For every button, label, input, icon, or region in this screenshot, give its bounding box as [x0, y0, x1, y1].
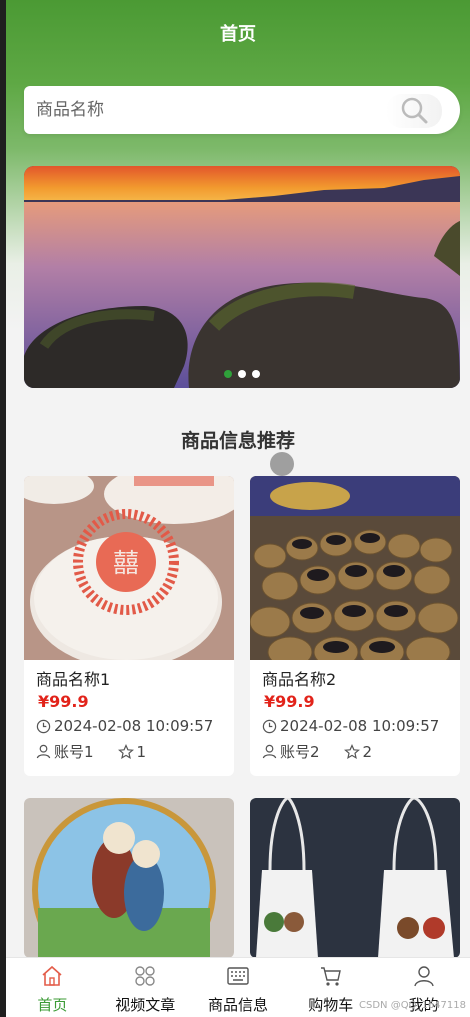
carousel-dot[interactable] — [224, 370, 232, 378]
watermark: CSDN @QQ_1647118 — [359, 1000, 466, 1011]
cart-icon — [320, 967, 341, 986]
tab-label: 商品信息 — [207, 996, 268, 1014]
carousel-dots[interactable] — [24, 370, 460, 378]
page-title: 首页 — [220, 24, 256, 45]
search-bar[interactable] — [24, 86, 460, 134]
product-image — [24, 798, 234, 958]
product-name: 商品名称1 — [36, 670, 111, 689]
bottom-tab-bar: 首页 视频文章 商品信息 购物车 我的 CSDN @QQ_1647118 — [6, 957, 470, 1017]
product-card[interactable]: 囍 商品名称1 ¥99.9 2024-02-08 10:09:57 账号1 1 — [24, 476, 234, 776]
product-time-text: 2024-02-08 10:09:57 — [280, 717, 440, 735]
product-time: 2024-02-08 10:09:57 — [36, 717, 213, 735]
banner-carousel[interactable] — [24, 166, 460, 388]
product-price: ¥99.9 — [264, 692, 315, 711]
product-favorites-count: 1 — [136, 742, 147, 761]
product-account: 账号1 — [54, 743, 94, 761]
search-icon — [401, 97, 428, 124]
home-icon — [42, 965, 62, 986]
product-time-text: 2024-02-08 10:09:57 — [54, 717, 214, 735]
star-icon — [343, 743, 360, 759]
product-card[interactable] — [24, 798, 234, 958]
carousel-dot[interactable] — [238, 370, 246, 378]
star-icon — [117, 743, 134, 759]
product-favorites-count: 2 — [362, 742, 373, 761]
user-icon — [262, 744, 277, 759]
product-favorites: 1 — [117, 742, 147, 761]
tab-product-info[interactable]: 商品信息 — [192, 958, 285, 1017]
product-image — [250, 476, 460, 660]
product-account: 账号2 — [280, 743, 320, 761]
tab-video-articles[interactable]: 视频文章 — [99, 958, 192, 1017]
product-meta: 账号1 1 — [36, 741, 146, 762]
product-image: 囍 — [24, 476, 234, 660]
product-price: ¥99.9 — [38, 692, 89, 711]
product-image — [250, 798, 460, 958]
product-meta: 账号2 2 — [262, 741, 372, 762]
product-name: 商品名称2 — [262, 670, 337, 689]
svg-text:囍: 囍 — [113, 549, 139, 579]
touch-indicator — [270, 452, 294, 476]
keyboard-icon — [227, 967, 249, 985]
tab-label: 视频文章 — [115, 996, 176, 1014]
tab-home[interactable]: 首页 — [6, 958, 99, 1017]
search-input[interactable] — [36, 98, 376, 122]
product-favorites: 2 — [343, 742, 373, 761]
product-card[interactable] — [250, 798, 460, 958]
banner-image — [24, 166, 460, 388]
clock-icon — [262, 719, 277, 733]
app-screen: 首页 商品名称 商品信息推荐 囍 商品名称1 ¥99.9 2024-02-08 … — [6, 0, 470, 1017]
product-time: 2024-02-08 10:09:57 — [262, 717, 439, 735]
carousel-dot[interactable] — [252, 370, 260, 378]
user-icon — [413, 966, 434, 987]
user-icon — [36, 744, 51, 759]
grid-icon — [135, 966, 155, 986]
product-card[interactable]: 商品名称2 ¥99.9 2024-02-08 10:09:57 账号2 2 — [250, 476, 460, 776]
tab-label: 首页 — [37, 996, 68, 1014]
search-button[interactable] — [386, 94, 442, 128]
clock-icon — [36, 719, 51, 733]
section-title: 商品信息推荐 — [180, 430, 295, 452]
